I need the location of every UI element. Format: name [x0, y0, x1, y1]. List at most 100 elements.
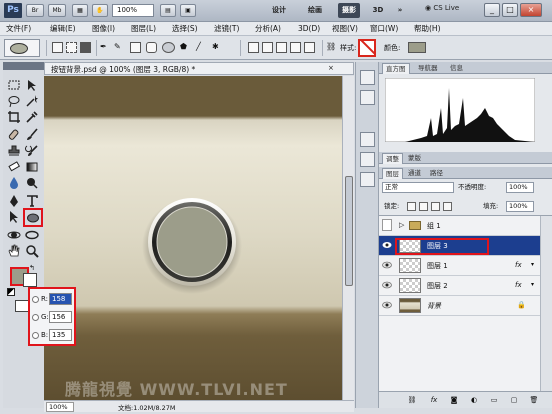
document-tab[interactable]: 按钮背景.psd @ 100% (图层 3, RGB/8) * × — [44, 62, 354, 75]
layer-row-3[interactable]: 图层 3 — [379, 236, 540, 256]
history-panel-icon[interactable] — [360, 70, 375, 85]
menu-image[interactable]: 图像(I) — [92, 23, 115, 35]
more-workspaces-button[interactable]: » — [394, 3, 406, 18]
actions-panel-icon[interactable] — [360, 90, 375, 105]
maximize-button[interactable]: □ — [502, 3, 518, 17]
close-document-icon[interactable]: × — [328, 64, 334, 72]
vertical-scrollbar[interactable] — [342, 76, 354, 400]
arrange-documents-button[interactable]: ▤ — [160, 4, 176, 17]
pen-tool-icon[interactable] — [7, 194, 23, 209]
default-colors-icon[interactable] — [7, 288, 15, 296]
add-mask-icon[interactable]: ◙ — [449, 396, 459, 405]
tab-channels[interactable]: 通道 — [405, 168, 424, 179]
intersect-shape-icon[interactable] — [290, 42, 301, 53]
lock-all-icon[interactable] — [443, 202, 452, 211]
path-selection-tool-icon[interactable] — [7, 210, 23, 225]
link-layers-icon[interactable]: ⛓ — [407, 396, 417, 405]
history-brush-tool-icon[interactable] — [25, 144, 41, 159]
delete-layer-icon[interactable]: 🗑 — [529, 396, 539, 405]
rounded-rectangle-icon[interactable] — [146, 42, 157, 53]
expand-effects-icon[interactable]: ▾ — [531, 261, 534, 268]
blend-mode-select[interactable]: 正常 — [382, 182, 454, 193]
zoom-tool-icon[interactable] — [25, 244, 41, 259]
type-tool-icon[interactable] — [25, 194, 41, 209]
tool-preset-picker[interactable] — [4, 39, 40, 57]
document-info[interactable]: 文档:1.02M/8.27M — [118, 402, 176, 412]
hand-tool-button[interactable]: ✋ — [92, 4, 108, 17]
exclude-shape-icon[interactable] — [304, 42, 315, 53]
subtract-shape-icon[interactable] — [276, 42, 287, 53]
style-picker[interactable] — [358, 39, 376, 57]
new-shape-layer-icon[interactable] — [248, 42, 259, 53]
brush-tool-icon[interactable] — [25, 128, 41, 143]
tab-layers[interactable]: 图层 — [382, 168, 403, 179]
tab-histogram[interactable]: 直方图 — [382, 63, 410, 74]
add-style-icon[interactable]: fx — [429, 396, 439, 405]
add-to-shape-icon[interactable] — [262, 42, 273, 53]
adjustment-layer-icon[interactable]: ◐ — [469, 396, 479, 405]
workspace-painting[interactable]: 绘画 — [304, 3, 326, 18]
freeform-pen-icon[interactable]: ✎ — [114, 42, 125, 53]
clone-stamp-tool-icon[interactable] — [7, 144, 23, 159]
custom-shape-icon[interactable]: ✱ — [212, 42, 223, 53]
bridge-button[interactable]: Br — [26, 4, 44, 17]
green-radio[interactable] — [32, 314, 39, 321]
mini-bridge-button[interactable]: Mb — [48, 4, 66, 17]
paths-icon[interactable] — [66, 42, 77, 53]
visibility-box[interactable] — [382, 219, 392, 231]
tab-navigator[interactable]: 导航器 — [415, 63, 441, 74]
close-button[interactable]: × — [520, 3, 542, 17]
color-swatch[interactable] — [408, 42, 426, 53]
magic-wand-tool-icon[interactable] — [25, 94, 41, 109]
workspace-photography[interactable]: 摄影 — [338, 3, 360, 18]
marquee-tool-icon[interactable] — [7, 78, 23, 93]
hand-tool-icon[interactable] — [7, 244, 23, 259]
workspace-3d[interactable]: 3D — [370, 3, 386, 18]
layer-row-1[interactable]: 图层 1 fx ▾ — [379, 256, 540, 276]
menu-analysis[interactable]: 分析(A) — [255, 23, 281, 35]
zoom-field[interactable]: 100% — [46, 402, 74, 412]
pen-tool-icon[interactable]: ✒ — [100, 42, 111, 53]
tab-adjustments[interactable]: 调整 — [382, 153, 403, 164]
lock-transparency-icon[interactable] — [407, 202, 416, 211]
eye-icon[interactable] — [382, 281, 392, 289]
3d-orbit-tool-icon[interactable] — [25, 228, 41, 243]
link-icon[interactable]: ⛓ — [326, 42, 337, 53]
character-panel-icon[interactable] — [360, 132, 375, 147]
gradient-tool-icon[interactable] — [25, 160, 41, 175]
menu-window[interactable]: 窗口(W) — [370, 23, 398, 35]
green-field[interactable]: 156 — [49, 311, 72, 323]
view-extras-button[interactable]: ▦ — [72, 4, 88, 17]
rectangle-shape-icon[interactable] — [130, 42, 141, 53]
ellipse-tool-icon[interactable] — [23, 208, 43, 227]
fill-field[interactable]: 100% — [506, 201, 534, 212]
3d-rotate-tool-icon[interactable] — [7, 228, 23, 243]
dodge-tool-icon[interactable] — [25, 176, 41, 191]
crop-tool-icon[interactable] — [7, 110, 23, 125]
expand-triangle-icon[interactable]: ▷ — [399, 221, 404, 229]
menu-3d[interactable]: 3D(D) — [298, 23, 320, 35]
new-layer-icon[interactable]: ▢ — [509, 396, 519, 405]
blue-radio[interactable] — [32, 332, 39, 339]
zoom-level-select[interactable]: 100% — [112, 4, 154, 17]
paragraph-panel-icon[interactable] — [360, 152, 375, 167]
eye-icon[interactable] — [382, 241, 392, 249]
menu-file[interactable]: 文件(F) — [6, 23, 31, 35]
shape-layers-icon[interactable] — [52, 42, 63, 53]
new-group-icon[interactable]: ▭ — [489, 396, 499, 405]
clone-source-panel-icon[interactable] — [360, 172, 375, 187]
line-shape-icon[interactable]: ╱ — [196, 42, 207, 53]
menu-view[interactable]: 视图(V) — [332, 23, 358, 35]
tab-info[interactable]: 信息 — [447, 63, 466, 74]
healing-brush-tool-icon[interactable] — [7, 128, 23, 143]
menu-layer[interactable]: 图层(L) — [131, 23, 156, 35]
layer-row-2[interactable]: 图层 2 fx ▾ — [379, 276, 540, 296]
opacity-field[interactable]: 100% — [506, 182, 534, 193]
swap-colors-icon[interactable]: ↰ — [29, 264, 35, 272]
layer-row-group[interactable]: ▷ 组 1 — [379, 216, 540, 236]
layer-row-background[interactable]: 背景 🔒 — [379, 296, 540, 316]
background-color-swatch[interactable] — [23, 273, 37, 287]
lasso-tool-icon[interactable] — [7, 94, 23, 109]
layers-scrollbar[interactable] — [540, 216, 552, 392]
minimize-button[interactable]: _ — [484, 3, 500, 17]
